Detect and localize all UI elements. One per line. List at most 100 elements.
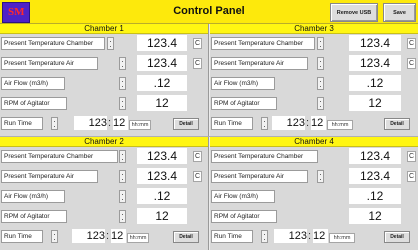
temp-unit-label: C — [407, 38, 416, 49]
rpm-agitator-spinner[interactable] — [119, 210, 126, 223]
air-flow-value: .12 — [349, 188, 401, 204]
rpm-agitator-label: RPM of Agitator — [211, 97, 277, 110]
air-flow-row: Air Flow (m3/h) .12 — [0, 187, 208, 207]
temp-unit-label: C — [193, 58, 202, 69]
run-time-unit: hh:mm — [127, 233, 149, 243]
run-time-spinner[interactable] — [261, 117, 268, 130]
run-time-separator: : — [108, 117, 112, 129]
chamber-3-panel: Chamber 3 Present Temperature Chamber 12… — [210, 24, 418, 137]
temp-unit-label: C — [407, 151, 416, 162]
rpm-agitator-spinner[interactable] — [119, 97, 126, 110]
run-time-unit: hh:mm — [329, 233, 355, 243]
rpm-agitator-row: RPM of Agitator 12 — [0, 94, 208, 114]
rpm-agitator-label: RPM of Agitator — [1, 97, 67, 110]
present-temp-air-spinner[interactable] — [317, 170, 324, 183]
air-flow-spinner[interactable] — [119, 77, 126, 90]
run-time-spinner[interactable] — [261, 230, 268, 243]
temp-unit-label: C — [193, 38, 202, 49]
present-temp-air-value: 123.4 — [137, 168, 187, 184]
temp-unit-label: C — [193, 171, 202, 182]
run-time-row: Run Time 123 : 12 hh:mm Detail — [0, 227, 208, 247]
rpm-agitator-value: 12 — [137, 208, 187, 224]
chamber-2-panel: Chamber 2 Present Temperature Chamber 12… — [0, 137, 209, 250]
present-temp-chamber-spinner[interactable] — [119, 150, 126, 163]
run-time-hours: 123 — [72, 229, 105, 243]
title-bar: SM Control Panel Remove USB Save — [0, 0, 418, 24]
air-flow-label: Air Flow (m3/h) — [1, 77, 65, 90]
rpm-agitator-value: 12 — [349, 95, 401, 111]
run-time-minutes: 12 — [111, 229, 126, 243]
run-time-minutes: 12 — [113, 116, 128, 130]
present-temp-air-value: 123.4 — [137, 55, 187, 71]
detail-button[interactable]: Detail — [384, 231, 410, 243]
present-temp-air-label: Present Temperature Air — [211, 57, 308, 70]
air-flow-spinner[interactable] — [119, 190, 126, 203]
app-logo-icon: SM — [2, 2, 30, 23]
present-temp-chamber-spinner[interactable] — [317, 37, 324, 50]
temp-unit-label: C — [407, 58, 416, 69]
run-time-hours: 123 — [274, 229, 307, 243]
present-temp-chamber-label: Present Temperature Chamber — [1, 150, 118, 163]
present-temp-chamber-value: 123.4 — [349, 148, 401, 164]
present-temp-chamber-row: Present Temperature Chamber 123.4 C — [0, 147, 208, 167]
air-flow-spinner[interactable] — [317, 77, 324, 90]
run-time-hours: 123 — [74, 116, 107, 130]
present-temp-air-label: Present Temperature Air — [1, 170, 98, 183]
logo-text: SM — [8, 6, 25, 18]
chamber-1-panel: Chamber 1 Present Temperature Chamber 12… — [0, 24, 209, 137]
chamber-header: Chamber 1 — [0, 24, 208, 34]
air-flow-value: .12 — [137, 75, 187, 91]
present-temp-air-spinner[interactable] — [119, 57, 126, 70]
present-temp-chamber-label: Present Temperature Chamber — [211, 37, 315, 50]
run-time-spinner[interactable] — [51, 117, 58, 130]
present-temp-air-row: Present Temperature Air 123.4 C — [210, 54, 418, 74]
present-temp-chamber-value: 123.4 — [137, 35, 187, 51]
run-time-unit: hh:mm — [327, 120, 353, 130]
present-temp-chamber-value: 123.4 — [349, 35, 401, 51]
air-flow-row: Air Flow (m3/h) .12 — [210, 74, 418, 94]
rpm-agitator-value: 12 — [137, 95, 187, 111]
detail-button[interactable]: Detail — [384, 118, 410, 130]
remove-usb-button[interactable]: Remove USB — [330, 3, 378, 22]
run-time-hours: 123 — [272, 116, 305, 130]
present-temp-chamber-label: Present Temperature Chamber — [1, 37, 105, 50]
run-time-label: Run Time — [1, 117, 43, 130]
run-time-row: Run Time 123 : 12 hh:mm Detail — [0, 114, 208, 134]
detail-button[interactable]: Detail — [173, 118, 199, 130]
air-flow-row: Air Flow (m3/h) .12 — [0, 74, 208, 94]
run-time-label: Run Time — [1, 230, 43, 243]
present-temp-chamber-value: 123.4 — [137, 148, 187, 164]
rpm-agitator-row: RPM of Agitator 12 — [210, 94, 418, 114]
present-temp-chamber-row: Present Temperature Chamber 123.4 C — [210, 34, 418, 54]
detail-button[interactable]: Detail — [173, 231, 199, 243]
present-temp-air-row: Present Temperature Air 123.4 C — [0, 167, 208, 187]
run-time-separator: : — [106, 230, 110, 242]
run-time-spinner[interactable] — [51, 230, 58, 243]
control-panel-window: SM Control Panel Remove USB Save Chamber… — [0, 0, 418, 250]
present-temp-air-spinner[interactable] — [119, 170, 126, 183]
run-time-minutes: 12 — [311, 116, 326, 130]
present-temp-chamber-spinner[interactable] — [107, 37, 114, 50]
chamber-header: Chamber 4 — [210, 137, 418, 147]
chamber-4-panel: Chamber 4 Present Temperature Chamber 12… — [210, 137, 418, 250]
chamber-header: Chamber 2 — [0, 137, 208, 147]
present-temp-air-spinner[interactable] — [317, 57, 324, 70]
rpm-agitator-label: RPM of Agitator — [211, 210, 277, 223]
present-temp-air-value: 123.4 — [349, 55, 401, 71]
present-temp-chamber-row: Present Temperature Chamber 123.4 C — [0, 34, 208, 54]
present-temp-air-value: 123.4 — [349, 168, 401, 184]
rpm-agitator-label: RPM of Agitator — [1, 210, 67, 223]
present-temp-air-label: Present Temperature Air — [211, 170, 308, 183]
present-temp-air-row: Present Temperature Air 123.4 C — [210, 167, 418, 187]
rpm-agitator-spinner[interactable] — [317, 97, 324, 110]
save-button[interactable]: Save — [383, 3, 416, 22]
chamber-header: Chamber 3 — [210, 24, 418, 34]
run-time-minutes: 12 — [313, 229, 328, 243]
air-flow-value: .12 — [137, 188, 187, 204]
run-time-separator: : — [306, 117, 310, 129]
run-time-label: Run Time — [211, 230, 253, 243]
run-time-label: Run Time — [211, 117, 253, 130]
rpm-agitator-row: RPM of Agitator 12 — [210, 207, 418, 227]
temp-unit-label: C — [193, 151, 202, 162]
present-temp-chamber-row: Present Temperature Chamber 123.4 C — [210, 147, 418, 167]
